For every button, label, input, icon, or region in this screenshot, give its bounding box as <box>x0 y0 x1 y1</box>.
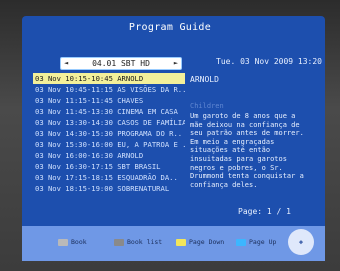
program-detail-title: ARNOLD <box>190 75 219 84</box>
program-detail-genre: Children <box>190 102 224 110</box>
yellow-key-icon <box>176 238 186 246</box>
book-button[interactable]: Book <box>58 237 87 247</box>
program-row[interactable]: 03 Nov 16:00-16:30 ARNOLD <box>33 150 185 161</box>
program-row[interactable]: 03 Nov 13:30-14:30 CASOS DE FAMÍLIA <box>33 117 185 128</box>
program-row[interactable]: 03 Nov 18:15-19:00 SOBRENATURAL <box>33 183 185 194</box>
program-row[interactable]: 03 Nov 10:45-11:15 AS VISÕES DA R.. <box>33 84 185 95</box>
program-row[interactable]: 03 Nov 16:30-17:15 SBT BRASIL <box>33 161 185 172</box>
program-row[interactable]: 03 Nov 17:15-18:15 ESQUADRÃO DA.. <box>33 172 185 183</box>
program-row[interactable]: 03 Nov 14:30-15:30 PROGRAMA DO R.. <box>33 128 185 139</box>
program-row[interactable]: 03 Nov 11:15-11:45 CHAVES <box>33 95 185 106</box>
program-list: 03 Nov 10:15-10:45 ARNOLD 03 Nov 10:45-1… <box>33 73 185 194</box>
page-up-button-label: Page Up <box>249 238 277 246</box>
navigation-dpad-icon: ◆ <box>288 229 314 255</box>
page-title: Program Guide <box>128 22 212 33</box>
program-detail-description: Um garoto de 8 anos que a mãe deixou na … <box>190 112 304 189</box>
book-list-button-label: Book list <box>127 238 163 246</box>
book-button-label: Book <box>71 238 87 246</box>
channel-selector[interactable]: ◄ 04.01 SBT HD ► <box>60 57 182 70</box>
page-up-button[interactable]: Page Up <box>236 237 276 247</box>
grey-key-icon <box>58 238 68 246</box>
page-down-button-label: Page Down <box>189 238 225 246</box>
chevron-left-icon[interactable]: ◄ <box>64 58 68 69</box>
book-list-button[interactable]: Book list <box>114 237 162 247</box>
dark-grey-key-icon <box>114 238 124 246</box>
program-row[interactable]: 03 Nov 11:45-13:30 CINEMA EM CASA <box>33 106 185 117</box>
current-datetime: Tue. 03 Nov 2009 13:20 <box>216 57 322 66</box>
program-row[interactable]: 03 Nov 15:30-16:00 EU, A PATROA E .. <box>33 139 185 150</box>
pagination-indicator: Page: 1 / 1 <box>238 207 291 216</box>
chevron-right-icon[interactable]: ► <box>174 58 178 69</box>
channel-label: 04.01 SBT HD <box>92 59 150 68</box>
blue-key-icon <box>236 238 246 246</box>
program-row[interactable]: 03 Nov 10:15-10:45 ARNOLD <box>33 73 185 84</box>
page-down-button[interactable]: Page Down <box>176 237 224 247</box>
